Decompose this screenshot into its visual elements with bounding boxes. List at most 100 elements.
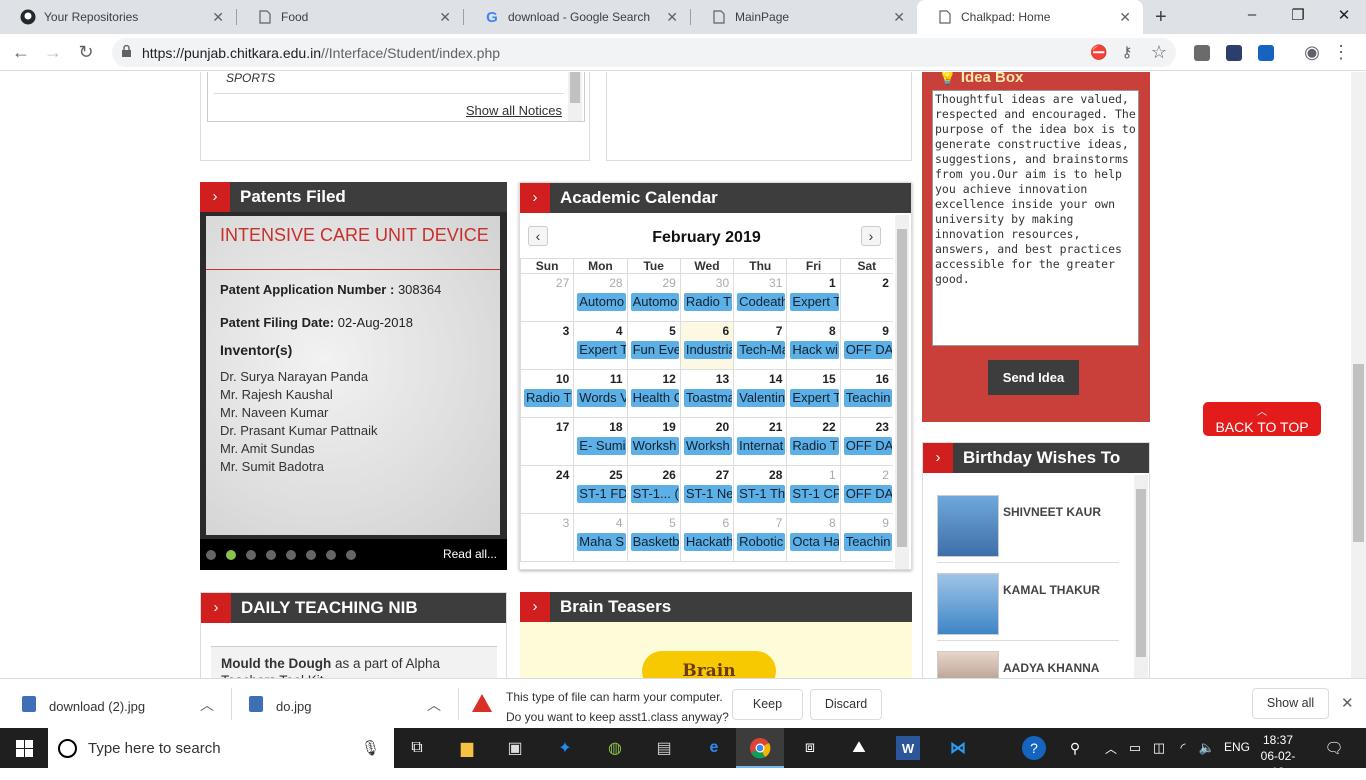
calendar-day-cell[interactable]: 6 Hackath [679, 514, 734, 562]
calendar-day-cell[interactable]: 7 Tech-Ma [733, 322, 787, 370]
profile-icon[interactable]: ◉ [1301, 42, 1323, 63]
volume-icon[interactable]: 🔈 [1195, 736, 1219, 760]
store-icon[interactable]: ▣ [503, 736, 527, 760]
calendar-day-cell[interactable]: 26 ST-1... ( [626, 466, 680, 514]
calendar-event[interactable]: Robotic [737, 533, 786, 551]
network-icon[interactable]: ◫ [1147, 736, 1171, 760]
calendar-event[interactable]: ST-1 Ne [683, 485, 733, 503]
notices-scrollbar[interactable] [568, 72, 582, 121]
calendar-day-cell[interactable]: 4 Maha S [573, 514, 627, 562]
calendar-day-cell[interactable]: 10 Radio T [520, 370, 574, 418]
close-tab-icon[interactable]: ✕ [1119, 9, 1131, 26]
page-scrollbar[interactable] [1351, 72, 1366, 678]
calendar-event[interactable]: ST-1... ( [630, 485, 679, 503]
calendar-day-cell[interactable]: 24 [520, 466, 574, 514]
calendar-day-cell[interactable]: 1 ST-1 CF [786, 466, 840, 514]
people-icon[interactable]: ⚲ [1063, 736, 1087, 760]
calendar-event[interactable]: Toastma [683, 389, 733, 407]
close-tab-icon[interactable]: ✕ [212, 9, 224, 26]
calendar-day-cell[interactable]: 2 [839, 274, 893, 322]
calendar-day-cell[interactable]: 28 ST-1 Th [733, 466, 787, 514]
calendar-event[interactable]: Radio T [683, 293, 733, 311]
calendar-day-cell[interactable]: 18 E- Sumi [573, 418, 627, 466]
calendar-event[interactable]: Octa Ha [790, 533, 839, 551]
calendar-event[interactable]: OFF DA [843, 341, 892, 359]
bookmark-star-icon[interactable]: ☆ [1148, 42, 1170, 63]
calendar-day-cell[interactable]: 20 Worksh [679, 418, 734, 466]
calendar-scrollbar[interactable] [895, 215, 909, 569]
calendar-day-cell[interactable]: 17 [520, 418, 574, 466]
calendar-day-cell[interactable]: 12 Health C [626, 370, 680, 418]
tab-your-repositories[interactable]: Your Repositories ✕ [0, 0, 236, 34]
minimize-icon[interactable]: – [1242, 6, 1262, 23]
calendar-day-cell[interactable]: 3 [520, 514, 574, 562]
calendar-day-cell[interactable]: 9 OFF DA [839, 322, 893, 370]
download-item[interactable]: do.jpg [276, 699, 311, 714]
calendar-event[interactable]: Tech-Ma [737, 341, 786, 359]
carousel-dot-active[interactable] [226, 550, 236, 560]
calendar-event[interactable]: Automo [630, 293, 679, 311]
clock[interactable]: 18:37 06-02-19 [1258, 732, 1298, 780]
calendar-day-cell[interactable]: 2 OFF DA [839, 466, 893, 514]
calendar-day-cell[interactable]: 5 Basketb [626, 514, 680, 562]
calendar-event[interactable]: Industria [683, 341, 733, 359]
extension-icon[interactable] [1258, 45, 1274, 61]
calendar-day-cell[interactable]: 14 Valentin [733, 370, 787, 418]
calendar-day-cell[interactable]: 21 Internat [733, 418, 787, 466]
close-tab-icon[interactable]: ✕ [666, 9, 678, 26]
calendar-event[interactable]: Basketb [630, 533, 679, 551]
show-all-notices-link[interactable]: Show all Notices [466, 103, 562, 118]
calendar-day-cell[interactable]: 5 Fun Eve [626, 322, 680, 370]
help-icon[interactable]: ? [1022, 736, 1046, 760]
tab-food[interactable]: Food ✕ [237, 0, 463, 34]
battery-icon[interactable]: ▭ [1123, 736, 1147, 760]
file-explorer-icon[interactable]: ▆ [455, 736, 479, 760]
calendar-day-cell[interactable]: 8 Hack wi [786, 322, 840, 370]
calendar-event[interactable]: Teachin [843, 389, 892, 407]
calendar-day-cell[interactable]: 29 Automo [626, 274, 680, 322]
task-view-icon[interactable]: ⧉ [405, 736, 429, 760]
show-all-downloads-button[interactable]: Show all [1252, 688, 1329, 719]
carousel-dot[interactable] [266, 550, 276, 560]
carousel-dot[interactable] [246, 550, 256, 560]
calendar-event[interactable]: Worksh [683, 437, 733, 455]
word-icon[interactable]: W [896, 736, 920, 760]
calendar-day-cell[interactable]: 28 Automo [573, 274, 627, 322]
calendar-event[interactable]: Expert T [790, 389, 839, 407]
calendar-event[interactable]: ST-1 CF [790, 485, 839, 503]
carousel-dot[interactable] [346, 550, 356, 560]
close-window-icon[interactable]: ✕ [1334, 6, 1354, 24]
calendar-event[interactable]: Worksh [630, 437, 679, 455]
calendar-day-cell[interactable]: 6 Industria [679, 322, 734, 370]
notice-item[interactable]: SPORTS [226, 72, 275, 85]
calendar-event[interactable]: OFF DA [843, 437, 892, 455]
calendar-event[interactable]: Codeath [737, 293, 786, 311]
calendar-day-cell[interactable]: 8 Octa Ha [786, 514, 840, 562]
calendar-day-cell[interactable]: 9 Teachin [839, 514, 893, 562]
calendar-day-cell[interactable]: 1 Expert T [786, 274, 840, 322]
calendar-day-cell[interactable]: 25 ST-1 FD [573, 466, 627, 514]
calendar-day-cell[interactable]: 13 Toastma [679, 370, 734, 418]
back-arrow-icon[interactable]: ← [10, 42, 32, 63]
carousel-dot[interactable] [206, 550, 216, 560]
calendar-event[interactable]: Maha S [577, 533, 626, 551]
send-idea-button[interactable]: Send Idea [988, 360, 1079, 395]
microphone-icon[interactable]: 🎙 [361, 739, 380, 757]
next-month-button[interactable]: › [861, 226, 881, 246]
language-indicator[interactable]: ENG [1224, 740, 1250, 754]
calendar-event[interactable]: E- Sumi [577, 437, 626, 455]
calendar-event[interactable]: Fun Eve [630, 341, 679, 359]
calendar-event[interactable]: Internat [737, 437, 786, 455]
tab-google-search[interactable]: G download - Google Search ✕ [464, 0, 690, 34]
calendar-day-cell[interactable]: 16 Teachin [839, 370, 893, 418]
calendar-day-cell[interactable]: 3 [520, 322, 574, 370]
calendar-event[interactable]: Expert T [577, 341, 626, 359]
calendar-day-cell[interactable]: 22 Radio T [786, 418, 840, 466]
calendar-event[interactable]: Valentin [737, 389, 786, 407]
menu-icon[interactable]: ⋮ [1330, 42, 1352, 63]
app-icon[interactable]: ▤ [652, 736, 676, 760]
calendar-day-cell[interactable]: 7 Robotic [733, 514, 787, 562]
calendar-day-cell[interactable]: 31 Codeath [733, 274, 787, 322]
windows-start-icon[interactable] [12, 736, 36, 760]
key-icon[interactable]: ⚷ [1116, 43, 1138, 61]
